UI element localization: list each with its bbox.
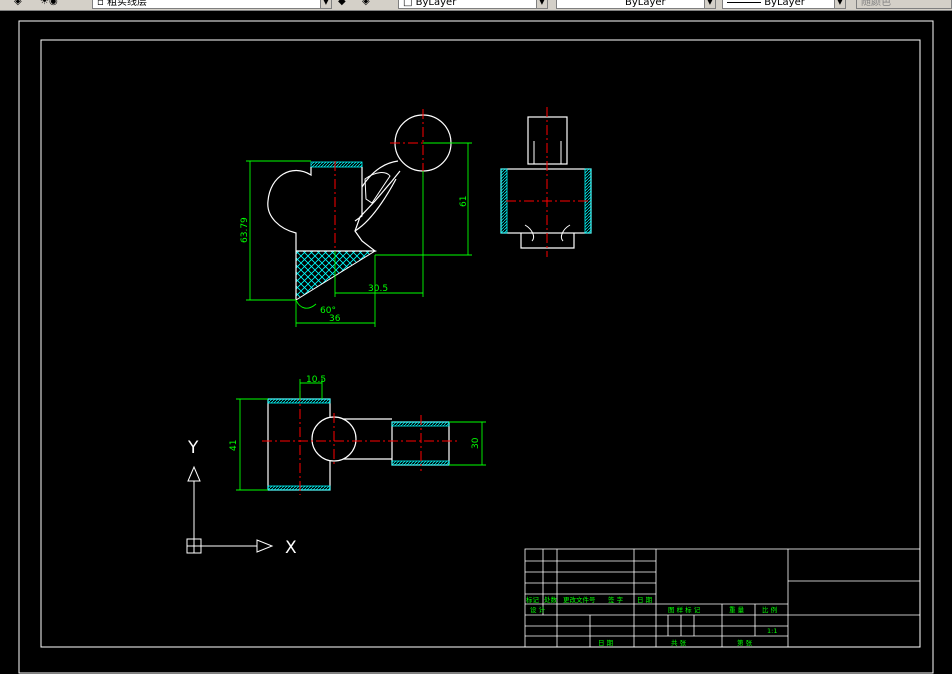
tb-label-stage: 图 样 标 记 [668, 605, 701, 614]
ucs-y-label: Y [187, 438, 199, 458]
front-view: 63.79 61 30.5 60° 36 [240, 109, 472, 327]
lineweight-combo[interactable]: ByLayer ▼ [722, 0, 846, 9]
layer-color-icon: ▫ [97, 0, 104, 8]
ucs-icon [186, 465, 274, 554]
dim-plan-left: 41 [229, 440, 239, 451]
color-value: ByLayer [415, 0, 457, 8]
color-swatch-icon: □ [403, 0, 413, 8]
tb-label-design: 设 计 [530, 605, 546, 614]
tb-label-weight: 重 量 [729, 606, 745, 614]
layer-combo[interactable]: ▫ 粗实线层 ▼ [92, 0, 332, 9]
chevron-down-icon[interactable]: ▼ [320, 0, 331, 8]
make-current-icon[interactable]: ◆ [338, 0, 346, 9]
drawing-canvas[interactable]: 63.79 61 30.5 60° 36 41 10.5 30 Y X 标记 处… [0, 11, 952, 674]
layer-manager-icon[interactable]: ◈ [14, 0, 22, 9]
dim-height: 63.79 [240, 217, 250, 243]
dim-horizontal: 30.5 [368, 284, 388, 294]
tb-label-sign: 签 字 [608, 595, 624, 604]
dim-width: 36 [329, 314, 341, 324]
dim-plan-right: 30 [471, 437, 481, 449]
plotstyle-combo[interactable]: 随颜色 [856, 0, 952, 9]
tb-sheet-total: 共 张 [671, 638, 687, 647]
properties-toolbar: ◈ ☀◉ ▫ 粗实线层 ▼ ◆ ◈ □ ByLayer ▼ ByLayer ▼ … [0, 0, 952, 11]
tb-label-change: 更改文件号 [563, 595, 596, 604]
tb-label-scale: 比 例 [762, 605, 777, 614]
chevron-down-icon[interactable]: ▼ [704, 0, 715, 8]
chevron-down-icon[interactable]: ▼ [834, 0, 845, 8]
dim-right: 61 [459, 196, 469, 207]
tb-label-date: 日 期 [637, 596, 653, 604]
side-view [500, 107, 592, 257]
tb-label-approve: 日 期 [598, 639, 614, 647]
top-band-hatch [310, 161, 363, 168]
tb-sheet-num: 第 张 [737, 638, 753, 647]
linetype-value: ByLayer [625, 0, 666, 8]
layer-name: 粗实线层 [106, 0, 147, 8]
plan-view: 41 10.5 30 [229, 375, 486, 495]
chevron-down-icon[interactable]: ▼ [536, 0, 547, 8]
tb-scale-value: 1:1 [767, 627, 777, 635]
lineweight-value: ByLayer [764, 0, 805, 8]
sheet-border [18, 20, 934, 674]
dim-plan-top: 10.5 [306, 375, 326, 385]
plotstyle-value: 随颜色 [861, 0, 891, 8]
linetype-combo[interactable]: ByLayer ▼ [556, 0, 716, 9]
color-combo[interactable]: □ ByLayer ▼ [398, 0, 548, 9]
tb-label-count: 处数 [544, 595, 558, 604]
layer-previous-icon[interactable]: ◈ [362, 0, 370, 9]
lineweight-sample [727, 1, 761, 3]
body-outline [267, 167, 401, 300]
layer-state-icons: ☀◉ [40, 0, 58, 7]
ucs-x-label: X [285, 538, 297, 558]
tb-label-mark: 标记 [526, 595, 540, 604]
